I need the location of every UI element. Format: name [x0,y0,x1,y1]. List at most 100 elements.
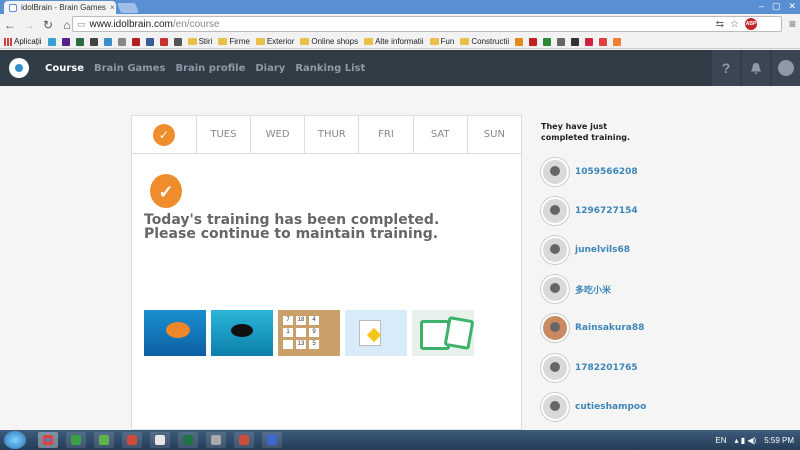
bookmark-folder-stiri[interactable]: Stiri [187,37,212,46]
app-taskbar-icon[interactable] [122,432,142,448]
username[interactable]: 1296727154 [575,206,638,216]
page-favicon-icon [9,3,17,12]
list-item[interactable]: Rainsakura88 [541,309,651,348]
chrome-menu-icon[interactable]: ≡ [789,17,796,31]
back-icon[interactable]: ← [4,18,16,32]
avatar[interactable] [541,314,569,343]
language-indicator[interactable]: EN [715,436,726,445]
tray-icons[interactable]: ▴ ▮ ◀) [735,436,757,445]
list-item[interactable]: 1296727154 [541,191,651,230]
bookmark-folder-online-shops[interactable]: Online shops [300,37,358,46]
bookmark-folder-alte-informatii[interactable]: Alte informatii [364,37,424,46]
new-tab-button[interactable] [117,3,139,13]
game-cards-thumbnail[interactable] [345,310,407,356]
close-tab-icon[interactable]: × [110,3,115,12]
avatar[interactable] [541,353,569,382]
list-item[interactable]: 多吃小米 [541,270,651,309]
app-taskbar-icon[interactable] [150,432,170,448]
nav-course[interactable]: Course [45,63,84,74]
window-close-icon[interactable]: ✕ [788,0,796,13]
bookmark-item[interactable] [131,37,140,46]
app-taskbar-icon[interactable] [206,432,226,448]
chrome-taskbar-icon[interactable] [38,432,58,448]
username[interactable]: 1782201765 [575,363,638,373]
start-button[interactable] [4,431,26,449]
nav-brain-games[interactable]: Brain Games [94,63,165,74]
day-thur[interactable]: THUR [305,116,360,153]
bookmark-item[interactable] [557,37,566,46]
bookmark-item[interactable] [117,37,126,46]
browser-tab[interactable]: idolBrain - Brain Games & × [4,1,116,14]
excel-taskbar-icon[interactable] [178,432,198,448]
nav-ranking-list[interactable]: Ranking List [295,63,365,74]
app-taskbar-icon[interactable] [262,432,282,448]
bookmark-item[interactable] [75,37,84,46]
reload-icon[interactable]: ↻ [42,18,54,32]
game-silhouette-thumbnail[interactable] [211,310,273,356]
bookmark-item[interactable] [61,37,70,46]
list-item[interactable]: junelvils68 [541,230,651,269]
bookmark-folder-firme[interactable]: Firme [218,37,250,46]
bookmark-item[interactable] [543,37,552,46]
bookmark-item[interactable] [89,37,98,46]
nav-diary[interactable]: Diary [255,63,285,74]
avatar [778,60,794,76]
bookmark-item[interactable] [599,37,608,46]
game-dice-thumbnail[interactable] [412,310,474,356]
day-wed[interactable]: WED [251,116,306,153]
avatar[interactable] [541,196,569,225]
sidebar-title: They have just completed training. [541,122,631,142]
list-item[interactable]: cutieshampoo [541,387,651,426]
bookmark-item[interactable] [571,37,580,46]
idolbrain-logo-icon[interactable] [9,58,29,78]
day-tues[interactable]: TUES [197,116,252,153]
day-sun[interactable]: SUN [468,116,521,153]
day-today[interactable] [132,116,197,153]
game-number-tiles-thumbnail[interactable]: 7 18 4 1 9 13 5 [278,310,340,356]
username[interactable]: 1059566208 [575,167,638,177]
username[interactable]: Rainsakura88 [575,323,644,333]
username[interactable]: 多吃小米 [575,283,611,296]
forward-icon[interactable]: → [23,18,35,32]
avatar[interactable] [541,235,569,264]
bookmark-item[interactable] [103,37,112,46]
notification-bell-icon[interactable] [742,50,770,86]
help-icon[interactable]: ? [712,50,740,86]
bookmark-item[interactable] [585,37,594,46]
username[interactable]: junelvils68 [575,245,630,255]
bookmark-item[interactable] [515,37,524,46]
bookmark-folder-fun[interactable]: Fun [429,37,454,46]
bookmark-apps[interactable]: Aplicații [4,37,42,46]
app-taskbar-icon[interactable] [66,432,86,448]
list-item[interactable]: 1059566208 [541,152,651,191]
bookmark-folder-exterior[interactable]: Exterior [255,37,294,46]
bookmark-item[interactable] [529,37,538,46]
star-icon[interactable]: ☆ [730,19,739,30]
minimize-icon[interactable]: – [759,0,764,13]
bookmark-item[interactable] [145,37,154,46]
bookmark-icon [613,37,622,46]
page-info-icon[interactable]: ▭ [77,19,86,30]
app-taskbar-icon[interactable] [94,432,114,448]
game-fish-thumbnail[interactable] [144,310,206,356]
clock[interactable]: 5:59 PM [764,436,794,445]
bookmark-item[interactable] [613,37,622,46]
avatar[interactable] [541,275,569,304]
bookmark-item[interactable] [47,37,56,46]
nav-brain-profile[interactable]: Brain profile [175,63,245,74]
maximize-icon[interactable]: ▢ [772,0,781,13]
bookmark-item[interactable] [173,37,182,46]
bookmark-folder-constructii[interactable]: Constructii [460,37,509,46]
user-avatar-icon[interactable] [772,50,800,86]
adblock-icon[interactable]: ABP [745,18,757,30]
avatar[interactable] [541,392,569,421]
app-taskbar-icon[interactable] [234,432,254,448]
avatar[interactable] [541,157,569,186]
address-bar[interactable]: ▭ www.idolbrain.com/en/course ⇆ ☆ ABP [72,16,782,32]
day-sat[interactable]: SAT [414,116,468,153]
day-fri[interactable]: FRI [359,116,414,153]
list-item[interactable]: 1782201765 [541,348,651,387]
bookmark-item[interactable] [159,37,168,46]
translate-icon[interactable]: ⇆ [716,19,724,30]
username[interactable]: cutieshampoo [575,402,646,412]
